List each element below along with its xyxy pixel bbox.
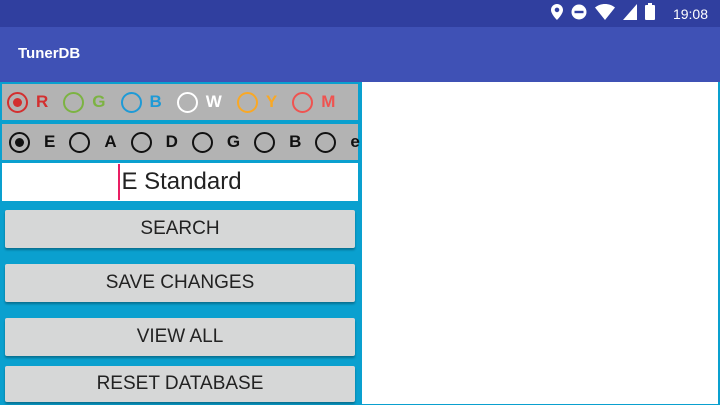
string-label: E xyxy=(44,132,56,151)
radio-button-icon xyxy=(254,131,276,153)
color-option-r[interactable]: R xyxy=(7,91,49,113)
tuning-name-input[interactable]: E Standard xyxy=(2,163,358,201)
string-label: D xyxy=(165,132,178,151)
save-changes-button[interactable]: SAVE CHANGES xyxy=(5,264,355,302)
tuning-name-value: E Standard xyxy=(121,168,242,195)
app-bar: TunerDB xyxy=(0,27,720,82)
string-option-g[interactable]: G xyxy=(191,131,241,153)
string-option-e-high[interactable]: e xyxy=(315,131,360,153)
radio-button-icon xyxy=(120,91,142,113)
location-icon xyxy=(550,3,563,24)
wifi-icon xyxy=(594,3,615,24)
view-all-button[interactable]: VIEW ALL xyxy=(5,318,355,356)
radio-button-icon xyxy=(236,91,258,113)
string-label: e xyxy=(350,132,360,151)
color-label: R xyxy=(36,92,49,111)
string-option-e-low[interactable]: E xyxy=(9,131,56,153)
string-option-a[interactable]: A xyxy=(69,131,117,153)
status-time: 19:08 xyxy=(672,5,708,22)
color-radio-group: R G B W Y M xyxy=(2,84,358,120)
radio-button-icon xyxy=(292,91,314,113)
left-pane: R G B W Y M E A D G B e E Standard SEARC… xyxy=(0,82,361,405)
color-option-m[interactable]: M xyxy=(292,91,336,113)
radio-button-icon xyxy=(130,131,152,153)
battery-icon xyxy=(644,3,655,24)
status-bar: 19:08 xyxy=(0,0,720,27)
color-label: B xyxy=(149,92,162,111)
string-label: G xyxy=(226,132,241,151)
reset-database-button[interactable]: RESET DATABASE xyxy=(5,366,355,402)
radio-button-icon xyxy=(7,91,28,113)
string-label: B xyxy=(289,132,302,151)
status-icons: 19:08 xyxy=(550,0,720,27)
search-button[interactable]: SEARCH xyxy=(5,210,355,248)
radio-button-icon xyxy=(191,131,213,153)
string-radio-group: E A D G B e xyxy=(2,124,360,160)
string-option-d[interactable]: D xyxy=(130,131,178,153)
radio-button-icon xyxy=(9,131,30,153)
color-label: W xyxy=(205,92,222,111)
color-label: G xyxy=(92,92,106,111)
radio-button-icon xyxy=(315,131,337,153)
radio-button-icon xyxy=(69,131,91,153)
color-label: Y xyxy=(265,92,278,111)
color-option-y[interactable]: Y xyxy=(236,91,278,113)
do-not-disturb-icon xyxy=(571,4,587,24)
string-option-b[interactable]: B xyxy=(254,131,302,153)
text-cursor xyxy=(118,164,121,200)
radio-button-icon xyxy=(176,91,198,113)
color-option-w[interactable]: W xyxy=(176,91,222,113)
color-label: M xyxy=(321,92,336,111)
radio-button-icon xyxy=(63,91,85,113)
results-list[interactable] xyxy=(362,82,718,404)
signal-icon xyxy=(622,3,637,24)
app-title: TunerDB xyxy=(18,45,81,62)
string-label: A xyxy=(104,132,117,151)
color-option-b[interactable]: B xyxy=(120,91,162,113)
color-option-g[interactable]: G xyxy=(63,91,106,113)
